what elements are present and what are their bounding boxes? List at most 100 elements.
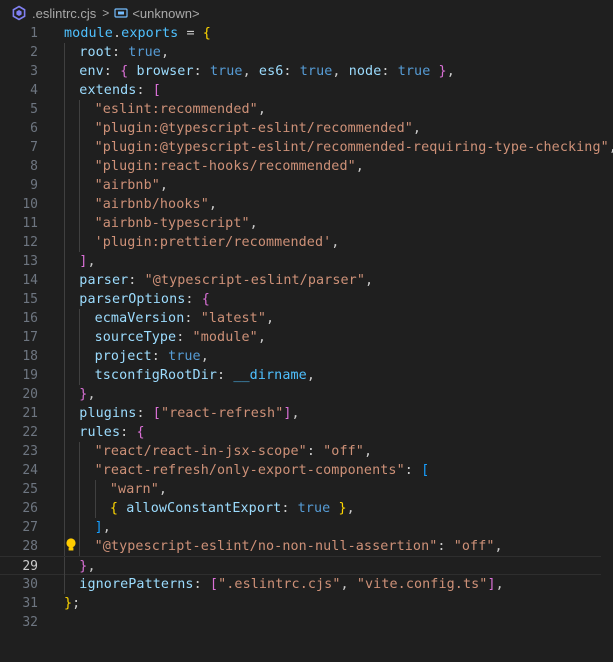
line-number: 23 [22,444,38,459]
code-line[interactable]: 16 ecmaVersion: "latest", [0,309,613,328]
code-line[interactable]: 18 project: true, [0,347,613,366]
code-line[interactable]: 31}; [0,594,613,613]
code-line[interactable]: 23 "react/react-in-jsx-scope": "off", [0,442,613,461]
code-token: [ [152,83,161,98]
code-token: , [355,159,364,174]
code-text: rules: { [79,423,144,442]
code-token: "airbnb-typescript" [94,216,250,231]
indent-guide [64,575,65,594]
line-number: 28 [22,539,38,554]
indent-guide [64,518,65,537]
code-token: { [201,292,210,307]
code-line[interactable]: 17 sourceType: "module", [0,328,613,347]
code-text: env: { browser: true, es6: true, node: t… [79,62,455,81]
code-token: __dirname [233,368,307,383]
code-line[interactable]: 30 ignorePatterns: [".eslintrc.cjs", "vit… [0,575,613,594]
code-token: "react-refresh" [160,406,284,421]
code-token: : [111,45,129,60]
code-line[interactable]: 32 [0,613,613,632]
code-line[interactable]: 10 "airbnb/hooks", [0,195,613,214]
code-line[interactable]: 21 plugins: ["react-refresh"], [0,404,613,423]
code-token: { [202,26,211,41]
line-number: 7 [30,140,38,155]
code-line[interactable]: 28 "@typescript-eslint/no-non-null-assert… [0,537,613,556]
code-line[interactable]: 8 "plugin:react-hooks/recommended", [0,157,613,176]
indent-guide [79,499,81,518]
code-text: "airbnb-typescript", [95,214,258,233]
indent-guide [64,252,65,271]
lightbulb-icon[interactable] [64,537,78,553]
code-line[interactable]: 27], [0,518,613,537]
code-text: "react/react-in-jsx-scope": "off", [95,442,373,461]
code-line[interactable]: 5 "eslint:recommended", [0,100,613,119]
code-text: "plugin:@typescript-eslint/recommended", [95,119,421,138]
code-text: 'plugin:prettier/recommended', [95,233,340,252]
line-number: 21 [22,406,38,421]
indent-guide [64,81,65,100]
code-line[interactable]: 9 "airbnb", [0,176,613,195]
line-number: 9 [30,178,38,193]
indent-guide [79,328,81,347]
code-token: true [209,64,243,79]
code-token: root [79,45,112,60]
code-text: sourceType: "module", [95,328,266,347]
code-line[interactable]: 11 "airbnb-typescript", [0,214,613,233]
code-token: exports [121,26,179,41]
code-token: "plugin:@typescript-eslint/recommended-r… [94,140,609,155]
indent-guide [64,195,65,214]
code-token: ] [283,406,292,421]
code-line[interactable]: 25 "warn", [0,480,613,499]
code-token: . [112,26,122,41]
code-line[interactable]: 22 rules: { [0,423,613,442]
code-token: env [79,64,104,79]
code-token: browser [136,64,194,79]
code-line[interactable]: 13], [0,252,613,271]
code-line[interactable]: 1 module.exports = { [0,24,613,43]
code-line[interactable]: 24 "react-refresh/only-export-components"… [0,461,613,480]
code-token: , [291,406,300,421]
line-number: 20 [22,387,38,402]
code-line[interactable]: 2 root: true, [0,43,613,62]
code-token: , [364,273,374,288]
code-line[interactable]: 4 extends: [ [0,81,613,100]
indent-guide [64,385,65,404]
code-line[interactable]: 20}, [0,385,613,404]
line-number: 31 [22,596,38,611]
code-line[interactable]: 3 env: { browser: true, es6: true, node: … [0,62,613,81]
indent-guide [79,461,81,480]
code-token: module [64,26,113,41]
code-line[interactable]: 7 "plugin:@typescript-eslint/recommended-… [0,138,613,157]
line-number: 24 [22,463,38,478]
code-line[interactable]: 19 tsconfigRootDir: __dirname, [0,366,613,385]
symbol-variable-icon [114,8,128,18]
code-token: , [160,45,170,60]
code-text: "warn", [110,480,167,499]
indent-guide [64,176,65,195]
code-token: "@typescript-eslint/parser" [144,273,365,288]
code-line[interactable]: 15 parserOptions: { [0,290,613,309]
code-token: plugins [79,406,137,421]
line-number: 19 [22,368,38,383]
breadcrumb-file[interactable]: .eslintrc.cjs [32,6,96,21]
indent-guide [64,499,65,518]
code-text: project: true, [95,347,209,366]
line-number: 15 [22,292,38,307]
code-text: }, [79,557,95,576]
code-text: ], [79,252,95,271]
code-line[interactable]: 29}, [0,556,601,576]
indent-guide [64,157,65,176]
code-token: : [136,83,153,98]
code-text: tsconfigRootDir: __dirname, [95,366,315,385]
code-line[interactable]: 6 "plugin:@typescript-eslint/recommended"… [0,119,613,138]
code-token: , [257,330,267,345]
code-editor[interactable]: 1 module.exports = {2 root: true, 3 env: { b… [0,24,613,662]
code-line[interactable]: 26 { allowConstantExport: true }, [0,499,613,518]
code-line[interactable]: 14 parser: "@typescript-eslint/parser", [0,271,613,290]
line-number: 1 [30,26,38,41]
code-token: : [103,64,121,79]
breadcrumb-symbol[interactable]: <unknown> [132,6,199,21]
line-number: 10 [22,197,38,212]
code-line[interactable]: 12 'plugin:prettier/recommended', [0,233,613,252]
code-token: , [102,520,111,535]
